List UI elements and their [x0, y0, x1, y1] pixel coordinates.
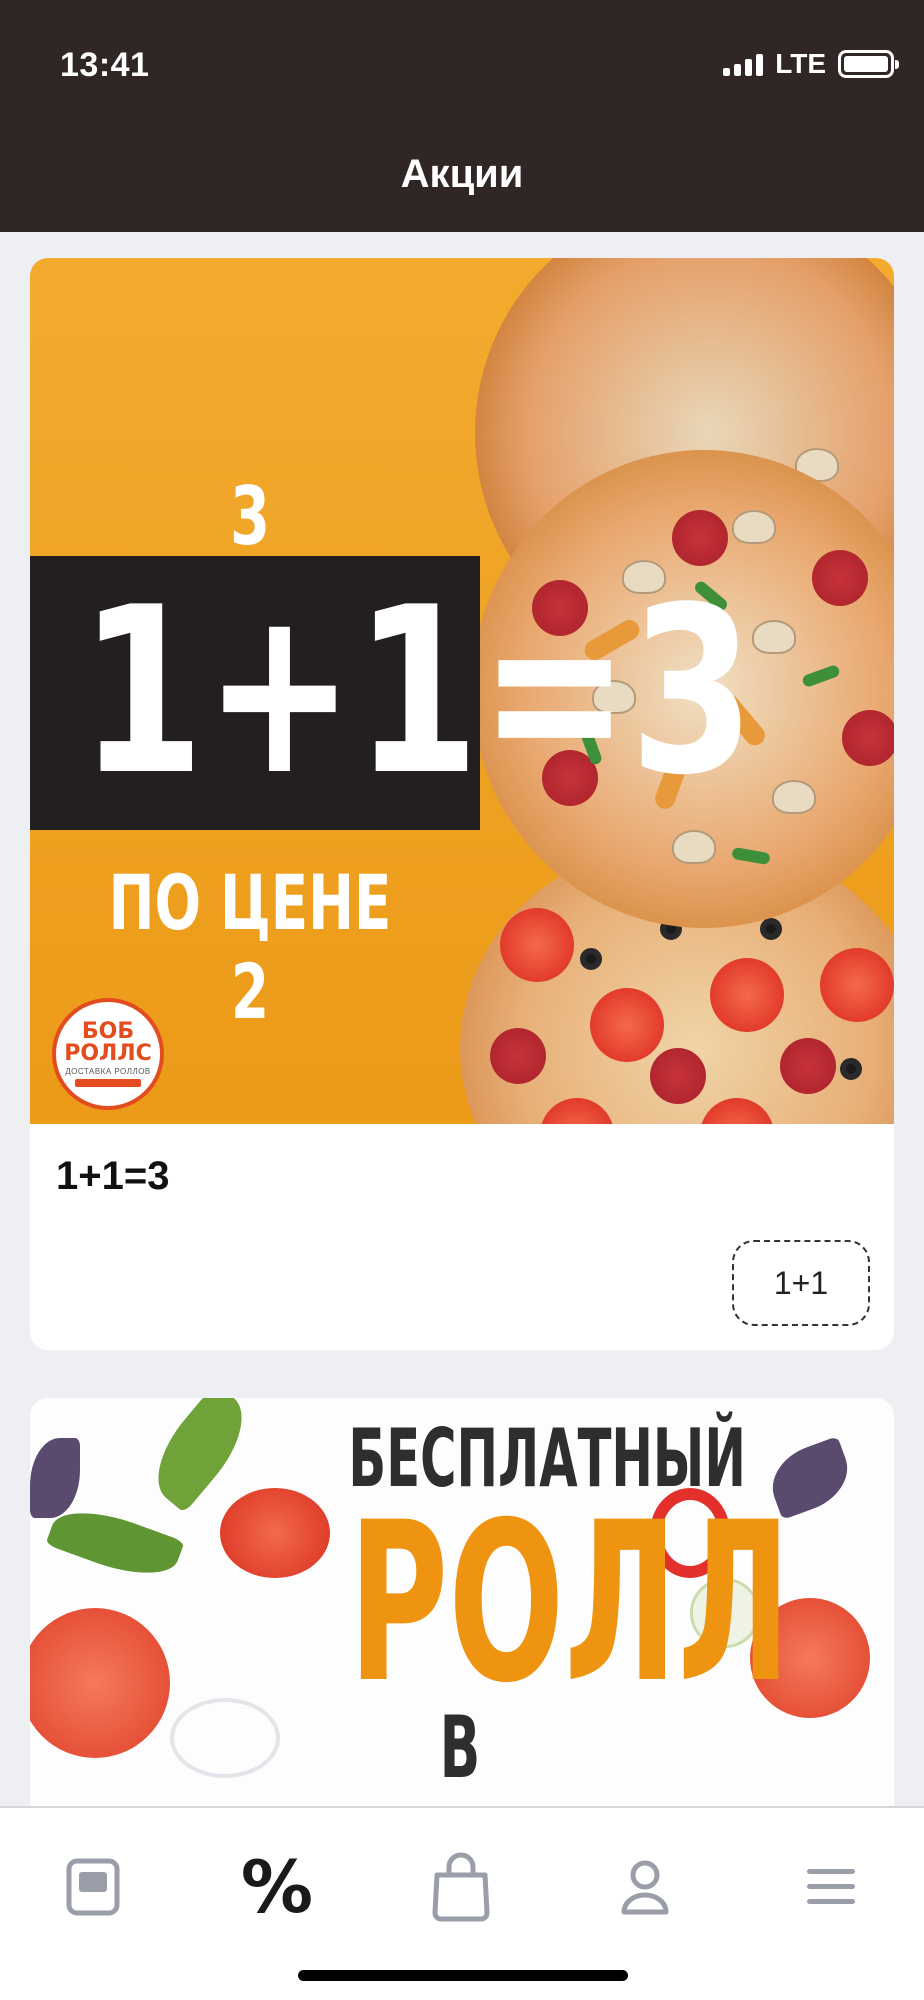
- page-title: Акции: [400, 152, 524, 196]
- tab-profile[interactable]: [590, 1842, 700, 1932]
- promo-card[interactable]: БЕСПЛАТНЫЙ РОЛЛ В ПОДАРОК: [30, 1398, 894, 1818]
- tab-menu[interactable]: [38, 1842, 148, 1932]
- tab-more[interactable]: [776, 1842, 886, 1932]
- promo-banner-image[interactable]: БЕСПЛАТНЫЙ РОЛЛ В ПОДАРОК: [30, 1398, 894, 1818]
- tab-cart[interactable]: [406, 1842, 516, 1932]
- promo-tag[interactable]: 1+1: [732, 1240, 870, 1326]
- decor-onion-ring: [170, 1698, 280, 1778]
- hamburger-menu-icon: [807, 1869, 855, 1904]
- signal-icon: [723, 52, 764, 76]
- decor-tomato: [220, 1488, 330, 1578]
- brand-logo-text: БОБ РОЛЛС: [64, 1019, 152, 1066]
- decor-tomato: [30, 1608, 170, 1758]
- app-header: 13:41 LTE Акции: [0, 0, 924, 232]
- network-label: LTE: [775, 48, 826, 79]
- shopping-bag-icon: [432, 1852, 490, 1922]
- status-indicators: LTE: [723, 48, 899, 80]
- banner-headline-main: 1+1=3: [79, 559, 755, 826]
- percent-icon: %: [240, 1845, 314, 1929]
- banner-headline-main: РОЛЛ: [348, 1475, 791, 1731]
- status-time: 13:41: [60, 46, 150, 84]
- brand-logo-subtitle: ДОСТАВКА РОЛЛОВ: [65, 1067, 151, 1076]
- menu-card-icon: [66, 1858, 120, 1916]
- brand-logo-strip: [75, 1079, 141, 1087]
- profile-icon: [621, 1860, 669, 1915]
- banner-headline-bottom: В ПОДАРОК: [348, 1698, 655, 1818]
- promo-title: 1+1=3: [56, 1154, 170, 1198]
- decor-basil: [30, 1438, 80, 1518]
- decor-leaf: [45, 1497, 185, 1589]
- promo-banner-image[interactable]: 3 ПИЦЦЫ 1+1=3 ПО ЦЕНЕ 2 БОБ РОЛЛС ДОСТАВ…: [30, 258, 894, 1124]
- battery-icon: [838, 50, 899, 78]
- brand-logo: БОБ РОЛЛС ДОСТАВКА РОЛЛОВ: [52, 998, 164, 1110]
- promo-card[interactable]: 3 ПИЦЦЫ 1+1=3 ПО ЦЕНЕ 2 БОБ РОЛЛС ДОСТАВ…: [30, 258, 894, 1350]
- tab-promotions[interactable]: %: [222, 1842, 332, 1932]
- home-indicator[interactable]: [298, 1970, 628, 1981]
